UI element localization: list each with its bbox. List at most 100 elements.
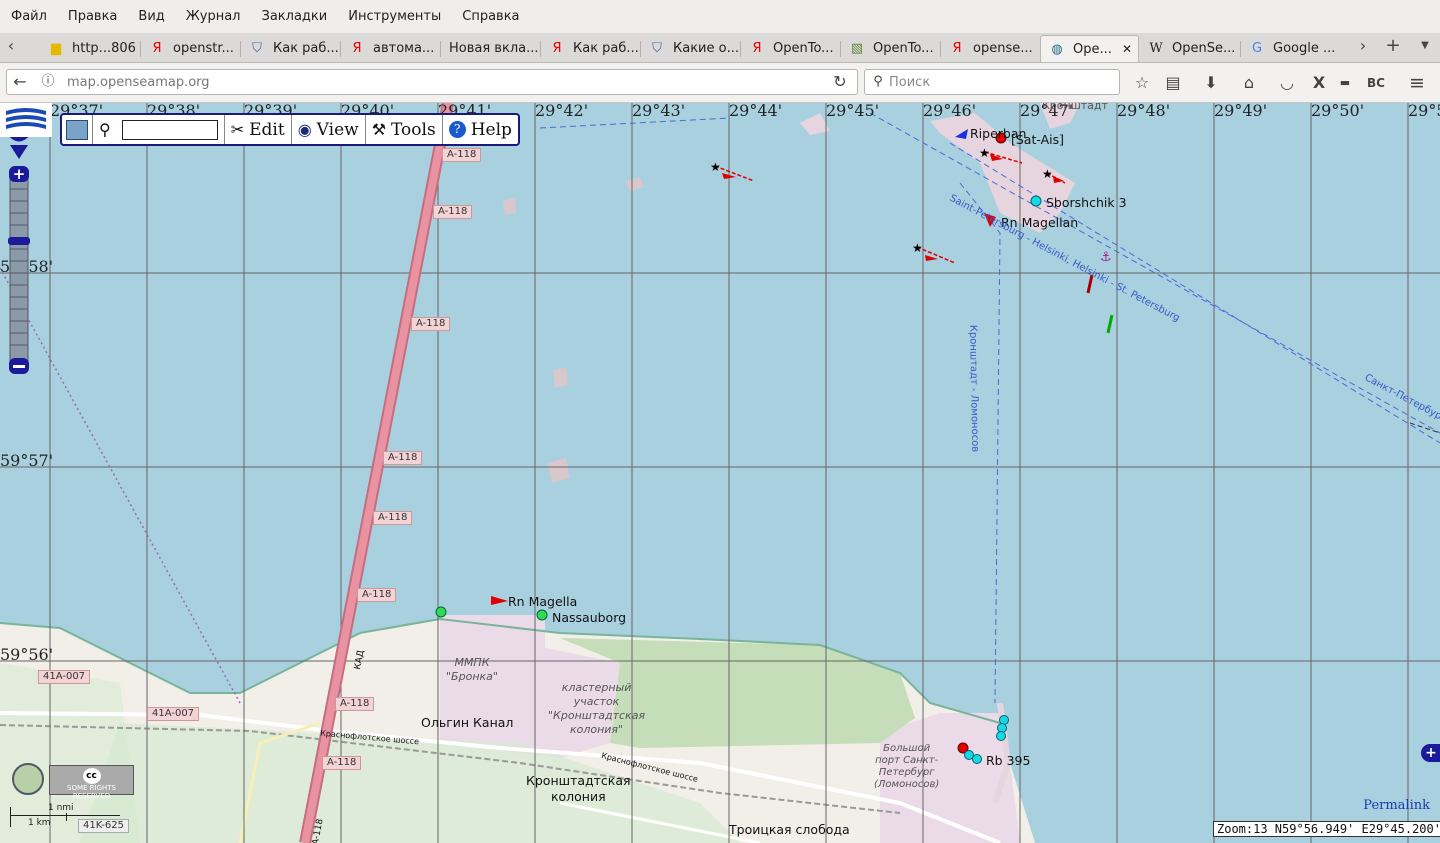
bookmark-star-icon[interactable]: ☆ [1131,73,1153,93]
longitude-label: 29°45' [826,103,880,120]
map-canvas[interactable]: ⚓ ★ ★ ★ ★ 29°37' 29°38' 29°39' 29°40' 29… [0,103,1440,843]
wikipedia-icon: W [1149,41,1163,56]
tab-label: Как раб... [273,41,339,56]
magnifier-overview-icon[interactable] [12,763,44,795]
road-shield: A-118 [433,205,473,219]
layer-switcher-button[interactable] [62,115,93,144]
island [625,177,644,191]
tab[interactable]: Новая вкла... [441,35,540,62]
svg-text:★: ★ [979,146,990,160]
zoom-slider-handle [8,237,30,245]
map-toolbar: ⚲ ✂ Edit ◉ View ⚒ Tools ? Help [60,113,520,146]
folder-icon: ▆ [51,41,61,56]
vessel-label[interactable]: Nassauborg [552,610,626,625]
menu-help[interactable]: Справка [462,9,519,24]
tab[interactable]: Яopenstr... [141,35,240,62]
tools-menu-button[interactable]: ⚒ Tools [366,115,443,144]
extension-bc-icon[interactable]: BC [1365,73,1387,93]
longitude-label: 29°48' [1117,103,1171,120]
island [553,367,568,388]
tab-active[interactable]: ◍ Ope... ✕ [1040,35,1139,62]
map-layer: ⚓ ★ ★ ★ ★ [0,103,1440,843]
permalink-link[interactable]: Permalink [1363,798,1430,813]
openseamap-logo[interactable] [0,103,52,137]
vessel-label[interactable]: [Sat-Ais] [1011,132,1064,147]
vessel-label[interactable]: Rn Magella [508,594,577,609]
vessel-label[interactable]: Sborshchik 3 [1046,195,1127,210]
scale-nmi-label: 1 nmi [48,803,74,813]
svg-text:★: ★ [912,241,923,255]
tab-list-icon[interactable]: ▼ [1414,36,1436,56]
scale-bar: 1 nmi 1 km [8,803,128,831]
tab[interactable]: W OpenSe... [1140,35,1239,62]
flag-ru-icon[interactable]: ▬ [1334,73,1356,93]
yandex-icon: Я [152,41,162,56]
tab-label: opense... [973,41,1033,56]
edit-menu-button[interactable]: ✂ Edit [225,115,292,144]
tab[interactable]: Яавтома... [341,35,440,62]
tab-label: OpenTo... [873,41,934,56]
back-icon[interactable]: ← [9,72,31,92]
downloads-icon[interactable]: ⬇ [1200,73,1222,93]
tab[interactable]: Я Как раб... [541,35,640,62]
road-shield: A-118 [322,756,362,770]
menu-edit[interactable]: Правка [68,9,117,24]
url-bar[interactable]: ← ⓘ map.openseamap.org ↻ [6,69,858,95]
place-label: кластерный участок "Кронштадтская колони… [548,681,646,736]
tab[interactable]: ⛉ Какие о... [641,35,740,62]
tab[interactable]: ⛉ Как раб... [241,35,340,62]
url-text[interactable]: map.openseamap.org [67,75,210,90]
search-placeholder: Поиск [889,75,931,90]
reading-list-icon[interactable]: ▤ [1162,73,1184,93]
tab[interactable]: Яopense... [941,35,1040,62]
place-label: Кронштадтская колония [526,773,631,804]
home-icon[interactable]: ⌂ [1238,73,1260,93]
road-shield: 41A-007 [147,707,200,721]
tab[interactable]: G Google ... [1241,35,1340,62]
help-label: Help [470,119,512,140]
menu-tools[interactable]: Инструменты [348,9,441,24]
road-shield: A-118 [357,588,397,602]
anchorage-icon: ⚓ [1100,250,1112,265]
yandex-icon: Я [952,41,962,56]
vessel-label[interactable]: Rb 395 [986,753,1030,768]
pan-zoom-control[interactable]: + [0,103,38,375]
close-tab-icon[interactable]: ✕ [1122,42,1132,56]
tabs-scroll-left-icon[interactable]: ‹ [0,36,22,56]
tab-label: OpenSe... [1172,41,1236,56]
pocket-icon[interactable]: ◡ [1276,73,1298,93]
tools-label: Tools [391,119,436,140]
tab-label: openstr... [173,41,234,56]
help-menu-button[interactable]: ? Help [443,115,518,144]
vessel-triangle-icon [491,596,508,605]
shield-icon: ⛉ [252,41,262,56]
cc-text: SOME RIGHTS RESERVED [67,784,116,800]
search-icon: ⚲ [873,74,883,89]
new-tab-icon[interactable]: + [1382,36,1404,56]
menu-view[interactable]: Вид [138,9,164,24]
vessel-dot [1030,195,1042,207]
menu-history[interactable]: Журнал [186,9,241,24]
search-field[interactable]: ⚲ [93,115,225,144]
info-icon[interactable]: ⓘ [37,72,59,92]
tab[interactable]: ▧ OpenTo... [841,35,940,62]
zoom-position-readout: Zoom:13 N59°56.949' E29°45.200' [1213,821,1440,837]
menu-file[interactable]: Файл [11,9,47,24]
reload-icon[interactable]: ↻ [829,72,851,92]
yandex-icon: Я [552,41,562,56]
tab[interactable]: ▆ http...806 [40,35,140,62]
map-search-input[interactable] [121,119,218,140]
latitude-label: 59°56' [0,645,54,664]
tabs-scroll-right-icon[interactable]: › [1352,36,1374,56]
search-input[interactable]: ⚲ Поиск [864,69,1120,95]
extension-x-icon[interactable]: X [1308,73,1330,93]
translate-icon: G [1251,41,1263,56]
cc-license-badge[interactable]: cc SOME RIGHTS RESERVED [49,765,134,800]
menu-bookmarks[interactable]: Закладки [262,9,328,24]
shield-icon: ⛉ [652,41,662,56]
overlay-plus-icon[interactable]: + [1421,744,1440,762]
view-menu-button[interactable]: ◉ View [292,115,366,144]
tab[interactable]: Я OpenTo... [741,35,840,62]
road-shield: A-118 [442,148,482,162]
hamburger-menu-icon[interactable]: ≡ [1406,73,1428,93]
